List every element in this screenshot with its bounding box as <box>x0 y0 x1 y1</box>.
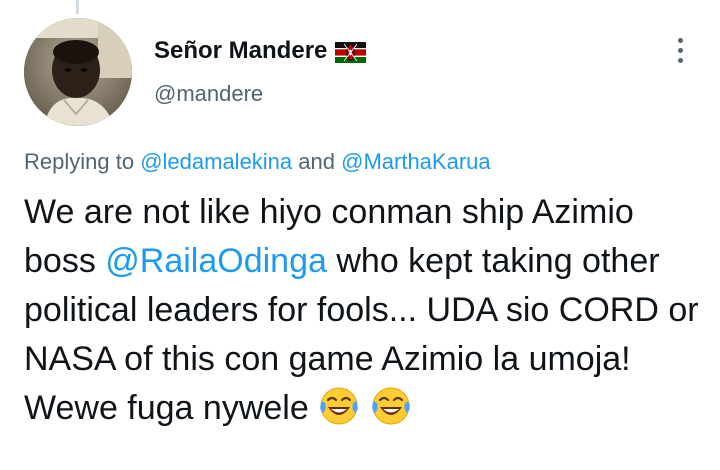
user-header: Señor Mandere @mandere <box>154 36 367 108</box>
thread-line <box>76 0 79 14</box>
more-options-icon[interactable] <box>666 34 694 66</box>
mention-link-marthakarua[interactable]: @MarthaKarua <box>341 149 491 174</box>
replying-to: Replying to @ledamalekina and @MarthaKar… <box>24 148 491 176</box>
face-with-tears-of-joy-icon <box>370 385 412 427</box>
face-with-tears-of-joy-icon <box>318 385 360 427</box>
replying-prefix: Replying to <box>24 149 141 174</box>
kenya-flag-icon <box>335 41 367 63</box>
display-name[interactable]: Señor Mandere <box>154 36 327 66</box>
replying-conj: and <box>292 149 342 174</box>
user-handle[interactable]: @mandere <box>154 80 366 108</box>
tweet-text: We are not like hiyo conman ship Azimio … <box>24 188 704 433</box>
display-name-row[interactable]: Señor Mandere <box>154 36 367 66</box>
mention-link-ledamalekina[interactable]: @ledamalekina <box>140 149 292 174</box>
mention-link-railaodinga[interactable]: @RailaOdinga <box>105 242 327 280</box>
avatar[interactable] <box>24 18 132 126</box>
